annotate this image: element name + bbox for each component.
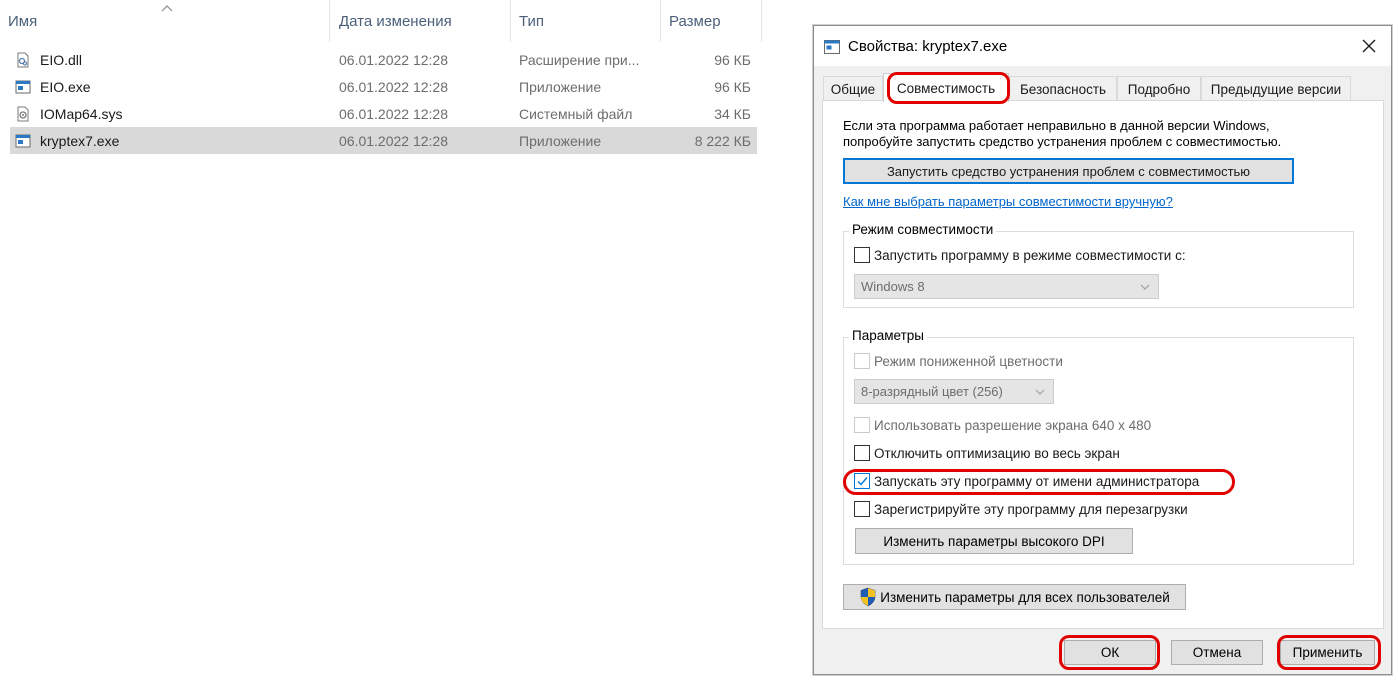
properties-dialog: Свойства: kryptex7.exe Общие Совместимос… — [813, 25, 1392, 675]
tab-general[interactable]: Общие — [823, 76, 883, 101]
run-as-admin-row[interactable]: Запускать эту программу от имени админис… — [854, 473, 1199, 489]
intro-line-1: Если эта программа работает неправильно … — [843, 118, 1270, 133]
column-header-type-label: Тип — [519, 12, 545, 30]
file-name: kryptex7.exe — [40, 132, 120, 149]
file-size: 96 КБ — [714, 51, 751, 68]
file-type: Расширение при... — [519, 51, 640, 68]
register-restart-checkbox[interactable] — [854, 501, 870, 517]
all-users-settings-button[interactable]: Изменить параметры для всех пользователе… — [843, 584, 1186, 610]
resolution-label: Использовать разрешение экрана 640 x 480 — [874, 417, 1152, 433]
dialog-titlebar[interactable]: Свойства: kryptex7.exe — [814, 26, 1391, 66]
file-date: 06.01.2022 12:28 — [339, 51, 448, 68]
disable-fullscreen-checkbox[interactable] — [854, 445, 870, 461]
all-users-settings-label: Изменить параметры для всех пользователе… — [880, 589, 1170, 605]
tab-label: Совместимость — [896, 80, 996, 96]
register-restart-label: Зарегистрируйте эту программу для переза… — [874, 501, 1188, 517]
chevron-down-icon — [1035, 389, 1045, 395]
run-as-admin-checkbox[interactable] — [854, 473, 870, 489]
sort-ascending-icon — [161, 5, 173, 12]
close-icon[interactable] — [1361, 38, 1377, 54]
dialog-title: Свойства: kryptex7.exe — [848, 38, 1008, 55]
column-header-type[interactable]: Тип — [511, 0, 661, 42]
tab-previous-versions[interactable]: Предыдущие версии — [1201, 76, 1351, 101]
tab-compatibility[interactable]: Совместимость — [883, 73, 1009, 102]
color-depth-select: 8-разрядный цвет (256) — [854, 379, 1054, 404]
file-row-selected[interactable]: kryptex7.exe 06.01.2022 12:28 Приложение… — [10, 127, 757, 154]
reduced-color-checkbox — [854, 353, 870, 369]
file-size: 8 222 КБ — [694, 132, 751, 149]
file-size: 96 КБ — [714, 78, 751, 95]
application-icon — [824, 40, 840, 54]
resolution-row: Использовать разрешение экрана 640 x 480 — [854, 417, 1151, 433]
tab-label: Общие — [830, 81, 876, 97]
checkmark-icon — [857, 477, 868, 486]
compat-mode-group-label: Режим совместимости — [849, 222, 997, 237]
register-restart-row[interactable]: Зарегистрируйте эту программу для переза… — [854, 501, 1188, 517]
uac-shield-icon — [860, 587, 876, 607]
file-type: Системный файл — [519, 105, 633, 122]
file-size: 34 КБ — [714, 105, 751, 122]
dll-file-icon — [15, 52, 31, 68]
ok-button[interactable]: ОК — [1064, 640, 1156, 665]
intro-text: Если эта программа работает неправильно … — [843, 118, 1343, 150]
tab-label: Безопасность — [1019, 81, 1107, 97]
file-name: EIO.exe — [40, 78, 91, 95]
column-header-name-label: Имя — [8, 12, 38, 30]
file-date: 06.01.2022 12:28 — [339, 78, 448, 95]
compat-mode-checkbox-row[interactable]: Запустить программу в режиме совместимос… — [854, 247, 1186, 263]
column-header-date-label: Дата изменения — [339, 12, 452, 30]
sys-file-icon — [15, 106, 31, 122]
file-type: Приложение — [519, 132, 602, 149]
file-date: 06.01.2022 12:28 — [339, 105, 448, 122]
file-explorer: Имя Дата изменения Тип Размер EIO.dll 06… — [0, 0, 800, 693]
file-name: EIO.dll — [40, 51, 83, 68]
exe-file-icon — [15, 133, 31, 149]
tab-security[interactable]: Безопасность — [1009, 76, 1117, 101]
reduced-color-label: Режим пониженной цветности — [874, 353, 1063, 369]
compat-os-select[interactable]: Windows 8 — [854, 274, 1159, 299]
exe-file-icon — [15, 79, 31, 95]
file-row[interactable]: EIO.exe 06.01.2022 12:28 Приложение 96 К… — [10, 73, 757, 100]
column-header-size[interactable]: Размер — [661, 0, 762, 42]
params-group-label: Параметры — [849, 328, 927, 343]
chevron-down-icon — [1140, 284, 1150, 290]
file-row[interactable]: IOMap64.sys 06.01.2022 12:28 Системный ф… — [10, 100, 757, 127]
compat-mode-checkbox-label: Запустить программу в режиме совместимос… — [874, 247, 1186, 263]
disable-fullscreen-label: Отключить оптимизацию во весь экран — [874, 445, 1120, 461]
column-header-date[interactable]: Дата изменения — [331, 0, 511, 42]
compat-os-value: Windows 8 — [861, 279, 925, 294]
file-date: 06.01.2022 12:28 — [339, 132, 448, 149]
tab-details[interactable]: Подробно — [1117, 76, 1201, 101]
compat-mode-checkbox[interactable] — [854, 247, 870, 263]
cancel-button[interactable]: Отмена — [1171, 640, 1263, 665]
tab-label: Предыдущие версии — [1210, 81, 1342, 97]
disable-fullscreen-row[interactable]: Отключить оптимизацию во весь экран — [854, 445, 1120, 461]
file-row[interactable]: EIO.dll 06.01.2022 12:28 Расширение при.… — [10, 46, 757, 73]
apply-button[interactable]: Применить — [1280, 640, 1375, 665]
color-depth-value: 8-разрядный цвет (256) — [861, 384, 1003, 399]
intro-line-2: попробуйте запустить средство устранения… — [843, 134, 1282, 149]
high-dpi-button[interactable]: Изменить параметры высокого DPI — [855, 528, 1133, 554]
troubleshooter-button[interactable]: Запустить средство устранения проблем с … — [843, 158, 1294, 184]
file-name: IOMap64.sys — [40, 105, 123, 122]
reduced-color-row: Режим пониженной цветности — [854, 353, 1063, 369]
manual-settings-help-link[interactable]: Как мне выбрать параметры совместимости … — [843, 194, 1173, 209]
file-type: Приложение — [519, 78, 602, 95]
column-header-size-label: Размер — [669, 12, 721, 30]
run-as-admin-label: Запускать эту программу от имени админис… — [874, 473, 1200, 489]
resolution-checkbox — [854, 417, 870, 433]
tab-label: Подробно — [1127, 81, 1191, 97]
